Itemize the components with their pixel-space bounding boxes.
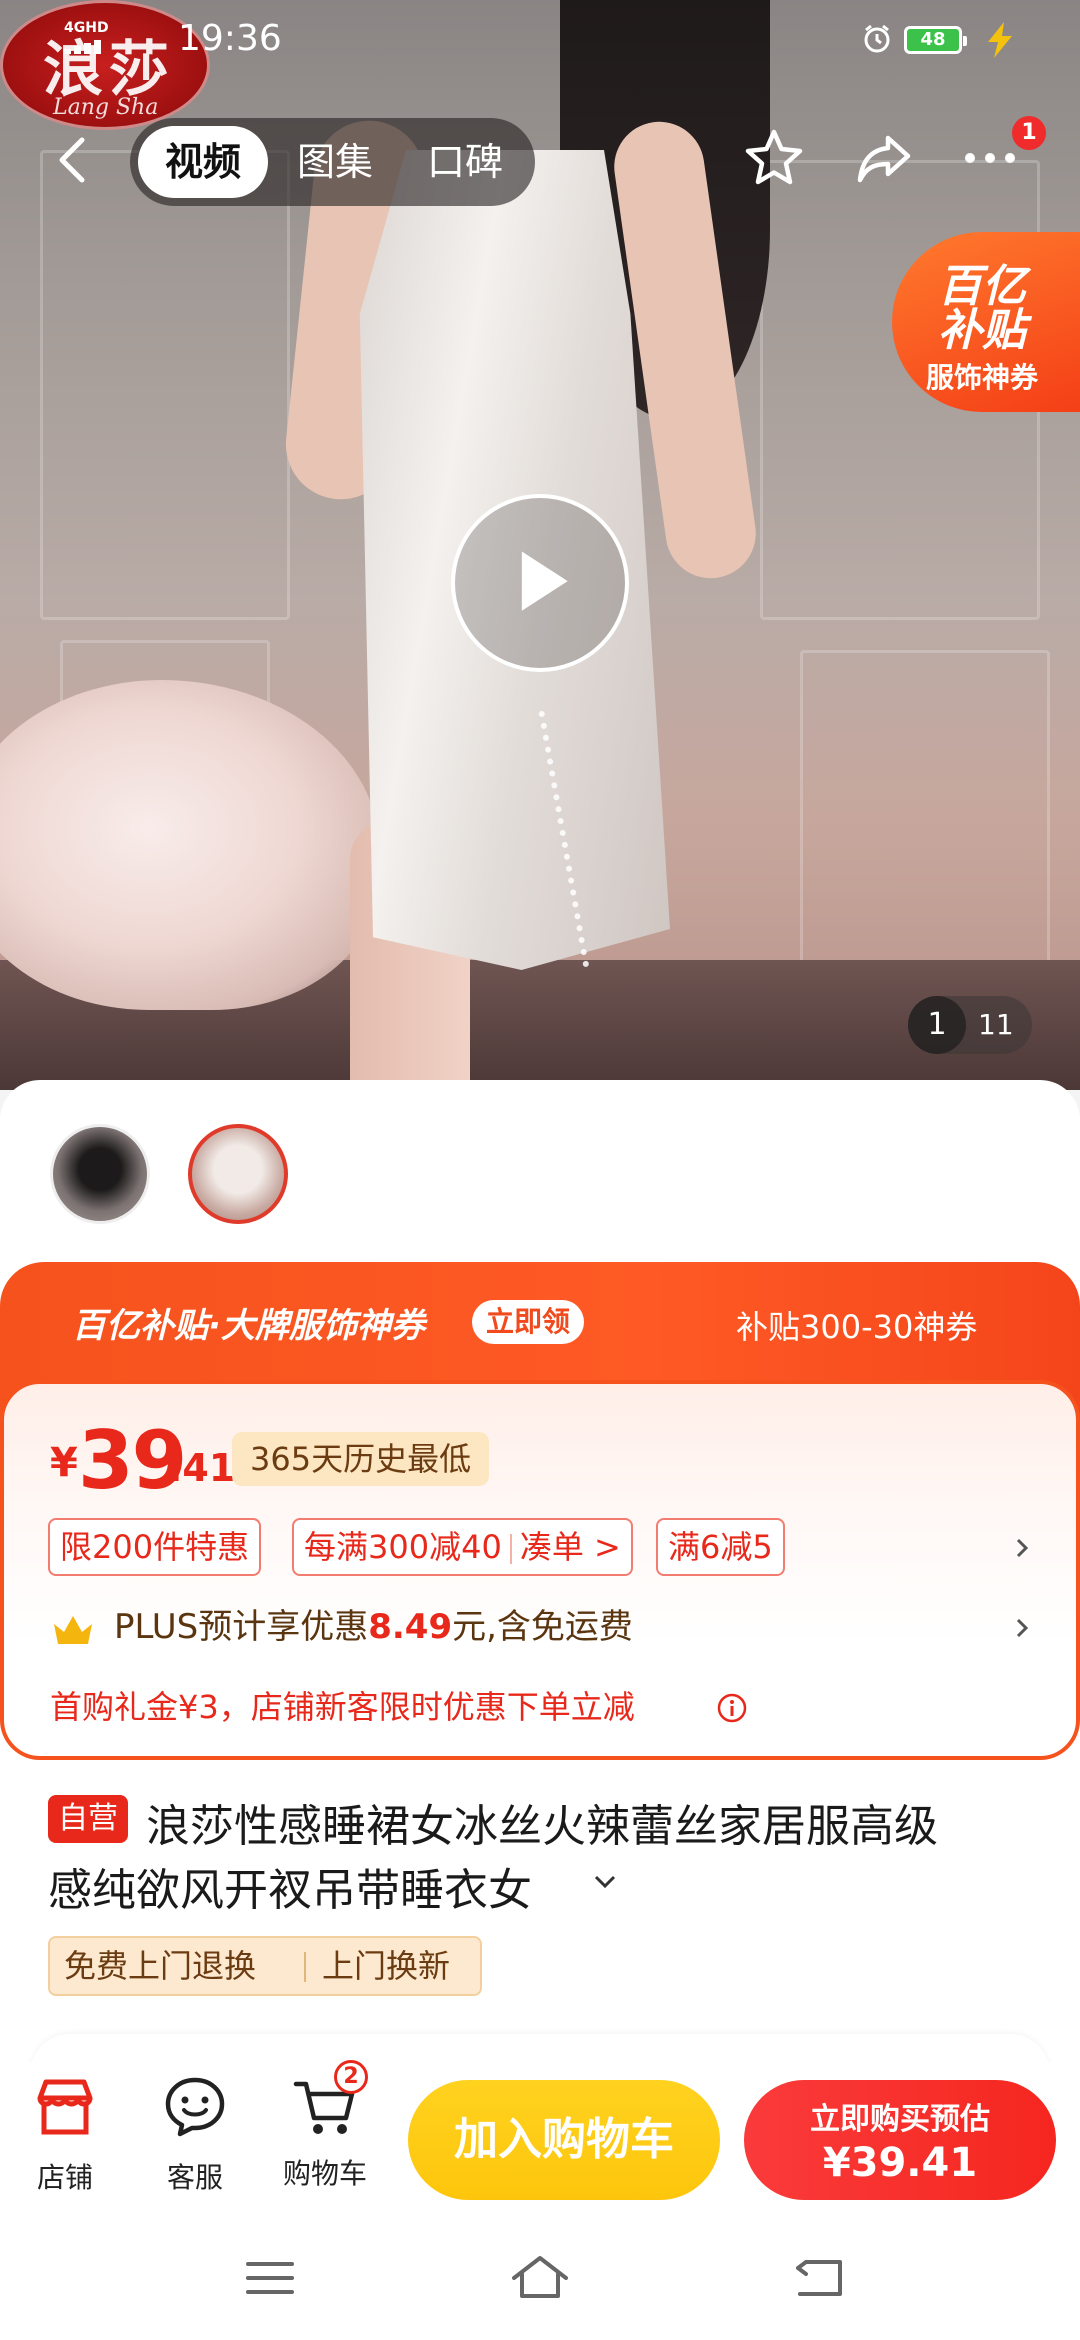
media-counter: 1 11 <box>908 996 1032 1054</box>
plus-amount: 8.49 <box>368 1607 453 1647</box>
chevron-down-icon[interactable] <box>592 1872 618 1892</box>
play-icon <box>521 551 568 611</box>
chevron-right-icon[interactable] <box>1010 1536 1034 1560</box>
claim-coupon-button[interactable]: 立即领 <box>472 1300 585 1344</box>
tab-gallery[interactable]: 图集 <box>270 126 400 198</box>
add-to-cart-button[interactable]: 加入购物车 <box>408 2080 720 2200</box>
menu-icon[interactable] <box>240 2248 300 2308</box>
price-decimal: .41 <box>168 1446 236 1490</box>
cart-icon-wrap: 2 <box>292 2060 368 2140</box>
network-type: 4GHD <box>64 20 109 36</box>
cart-count-badge: 2 <box>334 2060 368 2094</box>
top-nav: 视频 图集 口碑 1 <box>0 112 1080 212</box>
self-operated-tag: 自营 <box>48 1795 128 1843</box>
media-current: 1 <box>908 996 966 1054</box>
subsidy-float-line2: 补贴 <box>938 305 1026 356</box>
shop-icon <box>37 2079 93 2135</box>
plus-prefix: PLUS预计享优惠 <box>114 1607 369 1647</box>
back-nav-icon[interactable] <box>790 2248 850 2308</box>
signal-icon <box>64 40 112 54</box>
chat-smile-icon <box>165 2077 225 2137</box>
status-bar: 4GHD 19:36 48 <box>0 0 1080 80</box>
subsidy-float-line3: 服饰神券 <box>926 361 1039 394</box>
promo-right-text: 补贴300-30神券 <box>736 1308 978 1346</box>
home-icon[interactable] <box>510 2248 570 2308</box>
shop-label: 店铺 <box>36 2161 93 2194</box>
tab-video[interactable]: 视频 <box>138 126 268 198</box>
cart-button[interactable]: 2 购物车 <box>270 2060 380 2192</box>
tab-reviews[interactable]: 口碑 <box>400 126 530 198</box>
service-divider <box>304 1952 306 1982</box>
price-symbol: ¥ <box>50 1440 78 1486</box>
add-on-link[interactable]: 凑单 > <box>520 1528 621 1566</box>
service-replace: 上门换新 <box>322 1947 451 1985</box>
variant-thumbnail[interactable] <box>50 1124 150 1224</box>
share-icon[interactable] <box>852 126 916 190</box>
clock: 19:36 <box>178 18 282 59</box>
discount-chip-threshold-text: 每满300减40 <box>304 1528 502 1566</box>
play-button[interactable] <box>451 494 629 672</box>
product-page: 浪莎 Lang Sha 4GHD 19:36 48 视频 图集 口碑 1 百亿 … <box>0 0 1080 2340</box>
charging-icon <box>988 22 1012 58</box>
service-tags[interactable]: 免费上门退换 上门换新 <box>48 1936 482 1996</box>
chevron-right-icon[interactable] <box>1010 1616 1034 1640</box>
history-low-tag: 365天历史最低 <box>232 1432 490 1486</box>
chip-divider <box>509 1534 512 1564</box>
cart-label: 购物车 <box>282 2157 367 2190</box>
first-purchase-gift: 首购礼金¥3，店铺新客限时优惠下单立减 <box>50 1688 635 1726</box>
discount-chip-bundle[interactable]: 满6减5 <box>656 1518 785 1576</box>
buy-now-label: 立即购买预估 <box>810 2102 990 2137</box>
alarm-icon <box>864 24 890 53</box>
info-icon[interactable] <box>716 1692 748 1724</box>
buy-now-button[interactable]: 立即购买预估 ¥39.41 <box>744 2080 1056 2200</box>
crown-icon <box>54 1616 92 1644</box>
shop-button[interactable]: 店铺 <box>10 2074 120 2196</box>
battery-icon: 48 <box>904 26 967 54</box>
plus-discount-line[interactable]: PLUS预计享优惠8.49元,含免运费 <box>114 1600 633 1654</box>
wall-panel <box>800 650 1050 980</box>
service-return: 免费上门退换 <box>64 1947 257 1985</box>
product-title-line1: 浪莎性感睡裙女冰丝火辣蕾丝家居服高级 <box>146 1801 938 1852</box>
customer-service-button[interactable]: 客服 <box>140 2074 250 2196</box>
media-tabs: 视频 图集 口碑 <box>130 118 535 206</box>
promo-brand: 百亿补贴·大牌服饰神券 <box>72 1306 425 1346</box>
fur-pillow <box>0 680 380 1010</box>
subsidy-float-badge[interactable]: 百亿 补贴 服饰神券 <box>892 232 1080 412</box>
bottom-action-bar: 店铺 客服 2 购物车 加入购物车 立即购买预估 ¥39.41 <box>0 2060 1080 2212</box>
buy-now-price: ¥39.41 <box>822 2140 978 2186</box>
media-total: 11 <box>978 1008 1014 1041</box>
product-title-line2: 感纯欲风开衩吊带睡衣女 <box>48 1865 532 1916</box>
star-icon[interactable] <box>742 126 806 190</box>
service-label: 客服 <box>166 2161 223 2194</box>
wall-panel <box>40 150 290 620</box>
notification-badge: 1 <box>1012 116 1046 150</box>
back-icon[interactable] <box>48 130 98 190</box>
system-nav-bar <box>0 2212 1080 2340</box>
variant-thumbnail-selected[interactable] <box>188 1124 288 1224</box>
plus-suffix: 元,含免运费 <box>452 1607 633 1647</box>
discount-chip-threshold[interactable]: 每满300减40 凑单 > <box>292 1518 633 1576</box>
discount-chip-limited[interactable]: 限200件特惠 <box>48 1518 262 1576</box>
